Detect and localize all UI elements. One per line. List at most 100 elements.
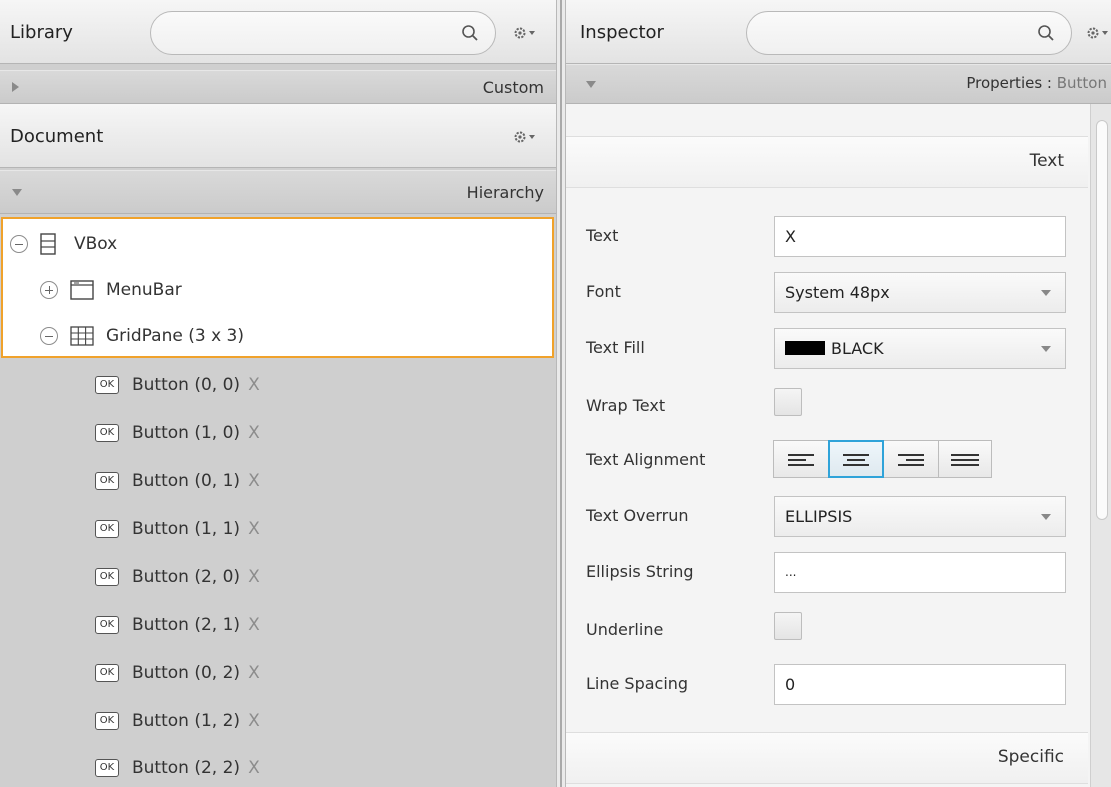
text-field[interactable]: X bbox=[774, 216, 1066, 257]
search-icon bbox=[462, 25, 478, 41]
prop-label: Ellipsis String bbox=[586, 562, 694, 581]
line-spacing-field[interactable]: 0 bbox=[774, 664, 1066, 705]
inspector-header: Inspector bbox=[566, 0, 1111, 64]
button-text-preview: X bbox=[248, 711, 260, 731]
section-title: Text bbox=[1029, 151, 1064, 171]
left-panel: Library Custom Document Hierarchy VBox M… bbox=[0, 0, 556, 787]
button-icon: OK bbox=[95, 520, 119, 538]
tree-item-gridpane[interactable]: GridPane (3 x 3) bbox=[40, 316, 244, 356]
tree-item-button[interactable]: OK Button (2, 2) X bbox=[95, 750, 260, 786]
library-search-input[interactable] bbox=[150, 11, 496, 55]
document-header: Document bbox=[0, 104, 556, 168]
tree-item-button[interactable]: OK Button (1, 1) X bbox=[95, 511, 260, 547]
button-icon: OK bbox=[95, 472, 119, 490]
tree-item-label: Button (0, 2) bbox=[132, 663, 241, 683]
button-text-preview: X bbox=[248, 758, 260, 778]
library-custom-bar[interactable]: Custom bbox=[0, 70, 556, 104]
inspector-gear-icon[interactable] bbox=[1086, 25, 1110, 41]
panel-splitter[interactable] bbox=[556, 0, 566, 787]
prop-underline: Underline bbox=[586, 610, 1086, 652]
scrollbar-thumb[interactable] bbox=[1096, 120, 1108, 520]
hierarchy-bar[interactable]: Hierarchy bbox=[0, 170, 556, 214]
search-icon bbox=[1038, 25, 1054, 41]
align-left-button[interactable] bbox=[773, 440, 829, 478]
tree-item-button[interactable]: OK Button (0, 1) X bbox=[95, 463, 260, 499]
button-icon: OK bbox=[95, 664, 119, 682]
tree-item-label: VBox bbox=[74, 234, 118, 254]
collapse-icon[interactable] bbox=[40, 327, 58, 345]
hierarchy-label: Hierarchy bbox=[466, 183, 544, 202]
document-gear-icon[interactable] bbox=[513, 129, 537, 145]
tree-item-label: Button (1, 1) bbox=[132, 519, 241, 539]
collapse-icon[interactable] bbox=[10, 235, 28, 253]
tree-item-label: GridPane (3 x 3) bbox=[106, 326, 244, 346]
tree-item-button[interactable]: OK Button (0, 0) X bbox=[95, 367, 260, 403]
document-title: Document bbox=[10, 126, 104, 147]
vbox-icon bbox=[40, 233, 56, 255]
text-overrun-select[interactable]: ELLIPSIS bbox=[774, 496, 1066, 537]
button-icon: OK bbox=[95, 424, 119, 442]
properties-bar[interactable]: Properties : Button bbox=[566, 64, 1111, 104]
prop-ellipsis-string: Ellipsis String ... bbox=[586, 552, 1086, 594]
prop-label: Text Alignment bbox=[586, 450, 706, 469]
tree-item-button[interactable]: OK Button (1, 0) X bbox=[95, 415, 260, 451]
align-justify-button[interactable] bbox=[938, 440, 992, 478]
button-icon: OK bbox=[95, 616, 119, 634]
button-text-preview: X bbox=[248, 519, 260, 539]
wrap-text-checkbox[interactable] bbox=[774, 388, 802, 416]
prop-text-overrun: Text Overrun ELLIPSIS bbox=[586, 496, 1086, 538]
inspector-search-input[interactable] bbox=[746, 11, 1072, 55]
button-text-preview: X bbox=[248, 663, 260, 683]
button-text-preview: X bbox=[248, 375, 260, 395]
tree-item-button[interactable]: OK Button (2, 0) X bbox=[95, 559, 260, 595]
button-icon: OK bbox=[95, 759, 119, 777]
inspector-panel: Inspector Properties : Button Text Text … bbox=[566, 0, 1111, 787]
prop-text: Text X bbox=[586, 216, 1086, 258]
collapse-arrow-icon bbox=[586, 81, 596, 88]
text-fill-value: BLACK bbox=[831, 339, 884, 358]
tree-item-menubar[interactable]: MenuBar bbox=[40, 270, 182, 310]
tree-item-label: Button (2, 1) bbox=[132, 615, 241, 635]
tree-item-button[interactable]: OK Button (1, 2) X bbox=[95, 703, 260, 739]
chevron-down-icon bbox=[1041, 346, 1051, 352]
tree-item-label: Button (1, 2) bbox=[132, 711, 241, 731]
custom-label: Custom bbox=[482, 78, 544, 97]
vertical-scrollbar[interactable] bbox=[1090, 104, 1111, 787]
library-title: Library bbox=[10, 22, 73, 43]
button-icon: OK bbox=[95, 568, 119, 586]
chevron-down-icon bbox=[1041, 290, 1051, 296]
button-text-preview: X bbox=[248, 471, 260, 491]
specific-section-header[interactable]: Specific bbox=[566, 732, 1088, 784]
tree-item-button[interactable]: OK Button (0, 2) X bbox=[95, 655, 260, 691]
tree-item-vbox[interactable]: VBox bbox=[10, 224, 117, 264]
align-center-button[interactable] bbox=[828, 440, 884, 478]
gridpane-icon bbox=[70, 326, 94, 346]
button-icon: OK bbox=[95, 376, 119, 394]
expand-icon[interactable] bbox=[40, 281, 58, 299]
prop-label: Underline bbox=[586, 620, 664, 639]
align-right-button[interactable] bbox=[883, 440, 939, 478]
button-text-preview: X bbox=[248, 567, 260, 587]
prop-text-fill: Text Fill BLACK bbox=[586, 328, 1086, 370]
library-gear-icon[interactable] bbox=[513, 25, 537, 41]
text-fill-select[interactable]: BLACK bbox=[774, 328, 1066, 369]
library-header: Library bbox=[0, 0, 556, 64]
tree-item-label: Button (0, 0) bbox=[132, 375, 241, 395]
collapse-arrow-icon bbox=[12, 189, 22, 196]
text-overrun-value: ELLIPSIS bbox=[785, 507, 853, 526]
button-text-preview: X bbox=[248, 423, 260, 443]
inspector-title: Inspector bbox=[580, 22, 664, 43]
menubar-icon bbox=[70, 280, 94, 300]
underline-checkbox[interactable] bbox=[774, 612, 802, 640]
tree-item-label: Button (1, 0) bbox=[132, 423, 241, 443]
prop-label: Font bbox=[586, 282, 621, 301]
tree-item-button[interactable]: OK Button (2, 1) X bbox=[95, 607, 260, 643]
prop-label: Text Overrun bbox=[586, 506, 689, 525]
ellipsis-string-field[interactable]: ... bbox=[774, 552, 1066, 593]
prop-wrap-text: Wrap Text bbox=[586, 386, 1086, 428]
button-icon: OK bbox=[95, 712, 119, 730]
text-section-header[interactable]: Text bbox=[566, 136, 1088, 188]
font-select[interactable]: System 48px bbox=[774, 272, 1066, 313]
button-text-preview: X bbox=[248, 615, 260, 635]
tree-item-label: Button (2, 0) bbox=[132, 567, 241, 587]
